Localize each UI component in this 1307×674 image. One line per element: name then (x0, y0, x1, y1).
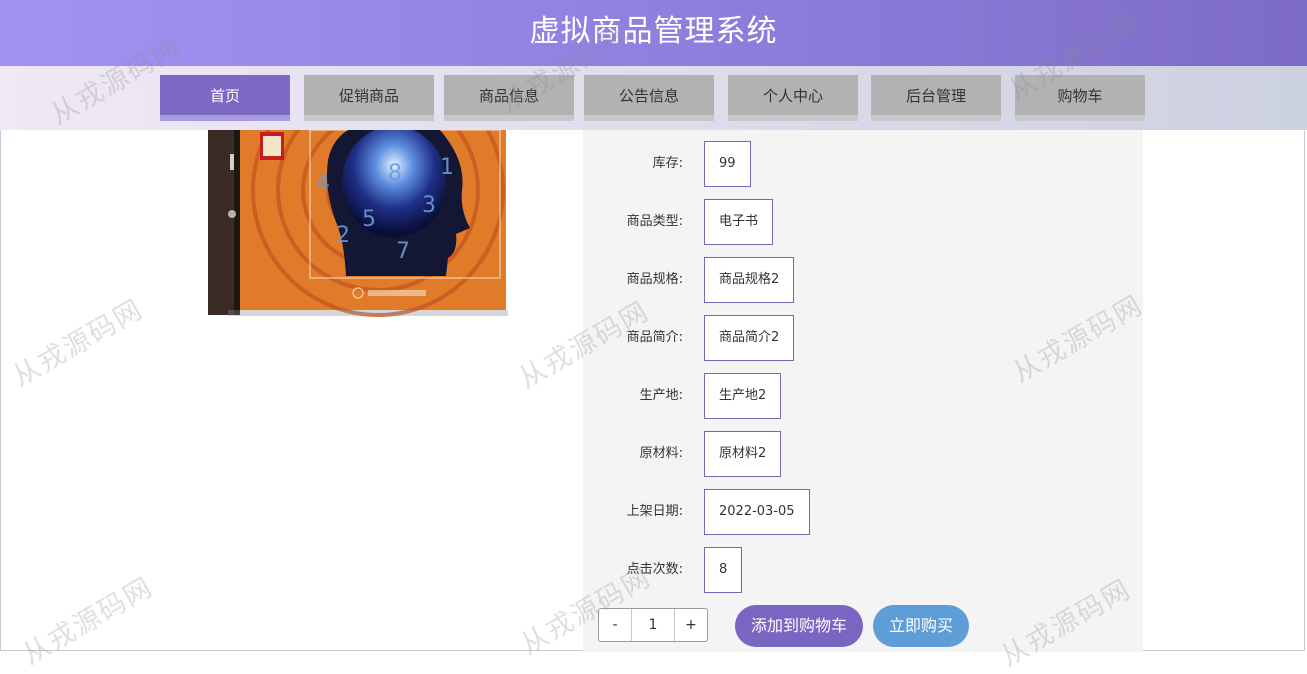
field-row-clicks: 点击次数: 8 (583, 547, 1143, 593)
field-label: 商品规格: (626, 272, 683, 287)
field-label: 生产地: (639, 388, 683, 403)
field-value-origin: 生产地2 (704, 373, 782, 419)
site-title: 虚拟商品管理系统 (529, 14, 778, 49)
field-row-spec: 商品规格: 商品规格2 (583, 257, 1143, 303)
svg-text:5: 5 (362, 207, 376, 232)
field-row-summary: 商品简介: 商品简介2 (583, 315, 1143, 361)
svg-text:3: 3 (422, 193, 436, 218)
svg-text:8: 8 (388, 161, 402, 186)
increment-button[interactable]: + (675, 609, 707, 641)
field-row-listed-date: 上架日期: 2022-03-05 (583, 489, 1143, 535)
nav-item-profile[interactable]: 个人中心 (728, 75, 858, 121)
field-value-summary: 商品简介2 (704, 315, 795, 361)
quantity-input[interactable]: 1 (631, 609, 675, 641)
quantity-stepper: - 1 + (598, 608, 708, 642)
product-detail-panel: 库存: 99 商品类型: 电子书 商品规格: 商品规格2 商品简介: 商品简介2… (583, 130, 1143, 652)
field-label: 库存: (652, 156, 683, 171)
add-to-cart-button[interactable]: 添加到购物车 (735, 605, 863, 647)
field-label: 点击次数: (626, 562, 683, 577)
nav-item-cart[interactable]: 购物车 (1015, 75, 1145, 121)
field-label: 上架日期: (626, 504, 683, 519)
svg-text:1: 1 (440, 155, 454, 180)
product-image: 4 8 3 2 1 7 5 (208, 130, 508, 320)
svg-text:2: 2 (336, 223, 350, 248)
field-value-listed-date: 2022-03-05 (704, 489, 810, 535)
buy-now-button[interactable]: 立即购买 (873, 605, 969, 647)
field-row-type: 商品类型: 电子书 (583, 199, 1143, 245)
field-value-material: 原材料2 (704, 431, 782, 477)
nav-item-admin[interactable]: 后台管理 (871, 75, 1001, 121)
nav-item-promotions[interactable]: 促销商品 (304, 75, 434, 121)
decrement-button[interactable]: - (599, 609, 631, 641)
nav-item-products[interactable]: 商品信息 (444, 75, 574, 121)
site-header: 虚拟商品管理系统 (0, 0, 1307, 66)
book-cover-illustration: 4 8 3 2 1 7 5 (208, 130, 508, 317)
main-nav: 首页 促销商品 商品信息 公告信息 个人中心 后台管理 购物车 (0, 66, 1307, 130)
field-label: 商品简介: (626, 330, 683, 345)
svg-text:7: 7 (396, 239, 410, 264)
field-value-type: 电子书 (704, 199, 774, 245)
field-value-clicks: 8 (704, 547, 743, 593)
field-value-stock: 99 (704, 141, 751, 187)
field-value-spec: 商品规格2 (704, 257, 795, 303)
field-row-origin: 生产地: 生产地2 (583, 373, 1143, 419)
field-label: 商品类型: (626, 214, 683, 229)
svg-text:4: 4 (316, 171, 330, 196)
field-row-stock: 库存: 99 (583, 141, 1143, 187)
nav-item-home[interactable]: 首页 (160, 75, 290, 121)
nav-item-announcements[interactable]: 公告信息 (584, 75, 714, 121)
field-label: 原材料: (639, 446, 683, 461)
field-row-material: 原材料: 原材料2 (583, 431, 1143, 477)
